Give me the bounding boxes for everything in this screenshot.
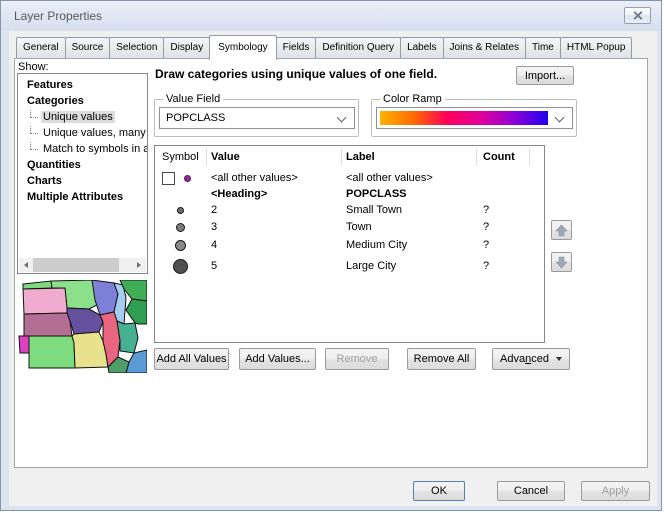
point-symbol-swatch[interactable] (177, 207, 184, 214)
unique-values-table: Symbol Value Label Count <all other valu… (154, 145, 545, 343)
tree-item-multiple-attributes[interactable]: Multiple Attributes (18, 189, 147, 205)
point-symbol-swatch[interactable] (175, 240, 186, 251)
dropdown-arrow-icon (556, 357, 562, 361)
show-tree: Features Categories Unique values Unique… (17, 73, 148, 274)
move-up-button[interactable] (551, 220, 572, 240)
tab-symbology[interactable]: Symbology (209, 35, 276, 60)
scroll-left-arrow-icon[interactable] (19, 258, 33, 272)
tab-display[interactable]: Display (163, 37, 210, 58)
move-down-button[interactable] (551, 252, 572, 272)
table-row[interactable]: 3 Town ? (155, 219, 544, 235)
map-preview (17, 280, 147, 373)
chevron-down-icon (555, 113, 565, 123)
advanced-label: Advanced (500, 353, 549, 365)
all-other-values-checkbox[interactable] (162, 172, 175, 185)
cancel-button[interactable]: Cancel (497, 481, 565, 501)
tree-horizontal-scrollbar[interactable] (19, 258, 146, 272)
tab-html-popup[interactable]: HTML Popup (560, 37, 633, 58)
remove-all-button[interactable]: Remove All (407, 348, 476, 370)
tab-source[interactable]: Source (65, 37, 111, 58)
tree-item-unique-values[interactable]: Unique values (18, 109, 147, 125)
window-title: Layer Properties (14, 9, 102, 23)
tab-labels[interactable]: Labels (400, 37, 443, 58)
table-row[interactable]: 5 Large City ? (155, 256, 544, 276)
show-label: Show: (18, 61, 49, 73)
import-button[interactable]: Import... (516, 66, 574, 85)
close-button[interactable] (624, 7, 651, 24)
table-row[interactable]: 4 Medium City ? (155, 236, 544, 254)
color-ramp-gradient (380, 111, 548, 125)
tab-joins-relates[interactable]: Joins & Relates (443, 37, 526, 58)
remove-button[interactable]: Remove (325, 348, 389, 370)
value-field-value: POPCLASS (166, 112, 225, 124)
color-ramp-label: Color Ramp (380, 93, 445, 105)
chevron-down-icon (337, 113, 347, 123)
value-field-select[interactable]: POPCLASS (159, 107, 355, 129)
table-row[interactable]: 2 Small Town ? (155, 202, 544, 218)
add-values-button[interactable]: Add Values... (239, 348, 316, 370)
tree-item-quantities[interactable]: Quantities (18, 157, 147, 173)
column-header-symbol: Symbol (162, 146, 199, 168)
scroll-right-arrow-icon[interactable] (132, 258, 146, 272)
table-row-heading[interactable]: <Heading> POPCLASS (155, 186, 544, 202)
arrow-down-icon (555, 256, 568, 269)
tree-item-charts[interactable]: Charts (18, 173, 147, 189)
point-symbol-swatch[interactable] (184, 175, 191, 182)
tab-strip: General Source Selection Display Symbolo… (16, 37, 631, 58)
ok-button[interactable]: OK (413, 481, 465, 501)
add-all-values-button[interactable]: Add All Values (154, 348, 229, 370)
tree-item-categories[interactable]: Categories (18, 93, 147, 109)
point-symbol-swatch[interactable] (176, 223, 185, 232)
scrollbar-thumb[interactable] (33, 258, 119, 272)
column-header-count: Count (483, 146, 515, 168)
tab-general[interactable]: General (16, 37, 66, 58)
instruction-text: Draw categories using unique values of o… (155, 67, 437, 81)
tab-selection[interactable]: Selection (109, 37, 164, 58)
column-header-label: Label (346, 146, 375, 168)
tree-item-features[interactable]: Features (18, 77, 147, 93)
symbology-tab-page: Show: Features Categories Unique values … (14, 58, 648, 468)
column-header-value: Value (211, 146, 240, 168)
close-icon (633, 11, 643, 20)
advanced-button[interactable]: Advanced (492, 348, 570, 370)
value-field-label: Value Field (163, 93, 223, 105)
apply-button[interactable]: Apply (581, 481, 650, 501)
tree-item-match-symbols[interactable]: Match to symbols in a (18, 141, 147, 157)
arrow-up-icon (555, 224, 568, 237)
tab-fields[interactable]: Fields (276, 37, 317, 58)
tree-item-unique-values-many[interactable]: Unique values, many (18, 125, 147, 141)
title-bar: Layer Properties (1, 1, 661, 31)
tab-time[interactable]: Time (525, 37, 561, 58)
dialog-client-area: General Source Selection Display Symbolo… (9, 31, 657, 506)
tab-definition-query[interactable]: Definition Query (315, 37, 401, 58)
table-row[interactable]: <all other values> <all other values> (155, 170, 544, 186)
color-ramp-select[interactable] (376, 107, 573, 129)
layer-properties-dialog: Layer Properties General Source Selectio… (0, 0, 662, 511)
point-symbol-swatch[interactable] (173, 259, 188, 274)
